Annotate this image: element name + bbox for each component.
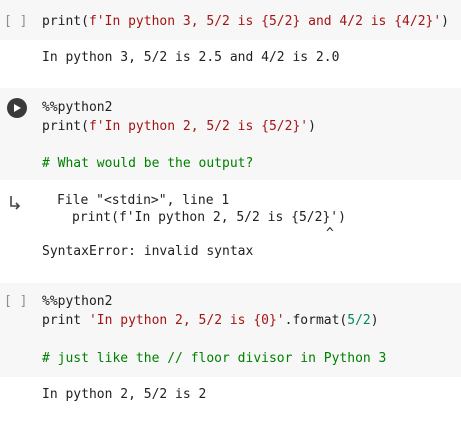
code-comment[interactable]: # What would be the output?: [42, 156, 253, 171]
code-string: f'In python 3, 5/2 is {5/2} and 4/2 is {…: [88, 14, 442, 29]
code-close: ): [441, 14, 449, 29]
traceback-line: File "<stdin>", line 1: [57, 193, 230, 208]
code-line[interactable]: print(f'In python 2, 5/2 is {5/2}'): [42, 119, 316, 134]
code-close: ): [370, 313, 379, 328]
cell-magic[interactable]: %%python2: [42, 100, 112, 115]
traceback-code: print(f'In python 2, 5/2 is {5/2}'): [72, 210, 346, 225]
cell-output: In python 3, 5/2 is 2.5 and 4/2 is 2.0: [42, 50, 340, 65]
error-message: SyntaxError: invalid syntax: [42, 244, 254, 259]
output-arrow-icon[interactable]: [8, 194, 24, 210]
cell-output: In python 2, 5/2 is 2: [42, 387, 207, 402]
cell-prompt: [ ]: [4, 294, 28, 309]
traceback-caret: ^: [326, 226, 334, 241]
play-icon: [14, 104, 21, 112]
code-line[interactable]: print(f'In python 3, 5/2 is {5/2} and 4/…: [42, 14, 449, 29]
code-string: 'In python 2, 5/2 is {0}': [88, 313, 285, 328]
cell-prompt: [ ]: [4, 14, 28, 29]
cell-magic[interactable]: %%python2: [42, 294, 112, 309]
run-cell-button[interactable]: [7, 98, 27, 118]
code-close: ): [308, 119, 316, 134]
code-line[interactable]: print 'In python 2, 5/2 is {0}'.format(5…: [42, 313, 379, 328]
code-func: print(: [42, 14, 89, 29]
code-comment[interactable]: # just like the // floor divisor in Pyth…: [42, 351, 386, 366]
code-func: print(: [42, 119, 89, 134]
code-method: .format(: [284, 313, 348, 328]
code-keyword: print: [42, 313, 89, 328]
code-string: f'In python 2, 5/2 is {5/2}': [88, 119, 309, 134]
code-number: 5/2: [347, 313, 371, 328]
